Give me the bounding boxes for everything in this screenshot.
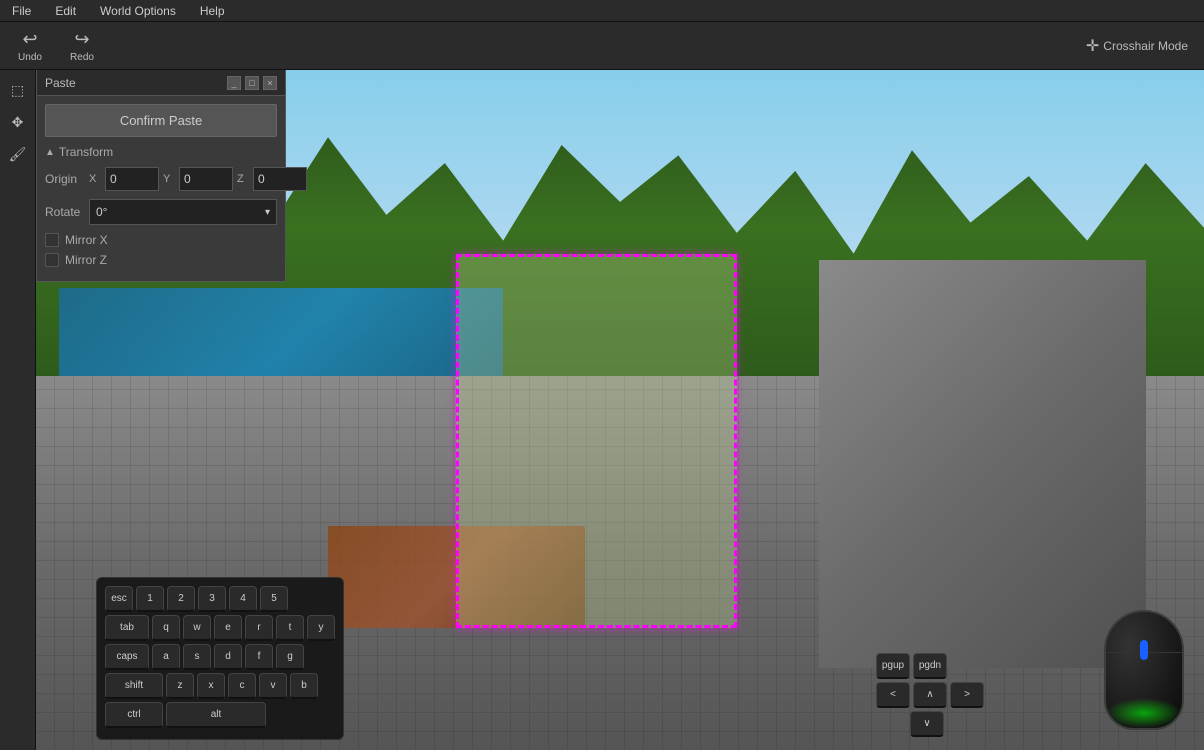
menu-edit[interactable]: Edit xyxy=(51,2,80,20)
panel-restore[interactable]: □ xyxy=(245,76,259,90)
transform-section-header: ▲ Transform xyxy=(45,145,277,159)
redo-button[interactable]: ↪ Redo xyxy=(60,25,104,67)
mirror-x-row: Mirror X xyxy=(45,233,277,247)
mirror-z-checkbox[interactable] xyxy=(45,253,59,267)
origin-row: Origin X Y Z xyxy=(45,167,277,191)
mouse-body xyxy=(1104,610,1184,730)
tool-select[interactable]: ⬚ xyxy=(4,76,32,104)
crosshair-icon: ✛ xyxy=(1086,36,1099,56)
nav-row-mid: < ∧ > xyxy=(876,682,984,708)
key-right[interactable]: > xyxy=(950,682,984,708)
key-3[interactable]: 3 xyxy=(198,586,226,612)
origin-z-input[interactable] xyxy=(253,167,307,191)
key-row-4: shift z x c v b xyxy=(105,673,335,699)
panel-body: Confirm Paste ▲ Transform Origin X Y Z R… xyxy=(37,96,285,281)
key-b[interactable]: b xyxy=(290,673,318,699)
key-x[interactable]: x xyxy=(197,673,225,699)
main-area: ⬚ ✥ 🖌 Paste _ □ × Co xyxy=(0,70,1204,750)
origin-label: Origin xyxy=(45,172,85,186)
left-sidebar: ⬚ ✥ 🖌 xyxy=(0,70,36,750)
key-5[interactable]: 5 xyxy=(260,586,288,612)
key-row-3: caps a s d f g xyxy=(105,644,335,670)
rotate-dropdown-arrow: ▾ xyxy=(265,207,270,218)
mirror-z-row: Mirror Z xyxy=(45,253,277,267)
key-v[interactable]: v xyxy=(259,673,287,699)
keyboard: esc 1 2 3 4 5 tab q w e r t y xyxy=(96,577,344,740)
panel-controls: _ □ × xyxy=(227,76,277,90)
mouse-glow xyxy=(1106,698,1182,728)
y-axis-label: Y xyxy=(163,173,175,185)
key-4[interactable]: 4 xyxy=(229,586,257,612)
key-pgup[interactable]: pgup xyxy=(876,653,910,679)
key-tab[interactable]: tab xyxy=(105,615,149,641)
key-g[interactable]: g xyxy=(276,644,304,670)
key-t[interactable]: t xyxy=(276,615,304,641)
rotate-label: Rotate xyxy=(45,205,85,219)
nav-row-bot: ∨ xyxy=(876,711,984,737)
key-left[interactable]: < xyxy=(876,682,910,708)
key-w[interactable]: w xyxy=(183,615,211,641)
keyboard-overlay: esc 1 2 3 4 5 tab q w e r t y xyxy=(96,577,344,740)
key-q[interactable]: q xyxy=(152,615,180,641)
key-row-2: tab q w e r t y xyxy=(105,615,335,641)
paste-panel: Paste _ □ × Confirm Paste ▲ Transform Or… xyxy=(36,70,286,282)
key-shift[interactable]: shift xyxy=(105,673,163,699)
viewport[interactable]: Paste _ □ × Confirm Paste ▲ Transform Or… xyxy=(36,70,1204,750)
z-axis-label: Z xyxy=(237,173,249,185)
x-axis-label: X xyxy=(89,173,101,185)
menu-help[interactable]: Help xyxy=(196,2,229,20)
key-row-5: ctrl alt xyxy=(105,702,335,728)
paste-selection xyxy=(456,254,736,628)
panel-minimize[interactable]: _ xyxy=(227,76,241,90)
key-alt[interactable]: alt xyxy=(166,702,266,728)
menu-bar: File Edit World Options Help xyxy=(0,0,1204,22)
panel-close[interactable]: × xyxy=(263,76,277,90)
toolbar: ↩ Undo ↪ Redo ✛ Crosshair Mode xyxy=(0,22,1204,70)
key-f[interactable]: f xyxy=(245,644,273,670)
crosshair-mode[interactable]: ✛ Crosshair Mode xyxy=(1078,32,1196,60)
key-y[interactable]: y xyxy=(307,615,335,641)
rotate-dropdown[interactable]: 0° ▾ xyxy=(89,199,277,225)
key-r[interactable]: r xyxy=(245,615,273,641)
mirror-x-label: Mirror X xyxy=(65,233,108,247)
section-collapse-icon: ▲ xyxy=(45,147,55,158)
redo-icon: ↪ xyxy=(74,29,89,50)
confirm-paste-button[interactable]: Confirm Paste xyxy=(45,104,277,137)
menu-world-options[interactable]: World Options xyxy=(96,2,180,20)
mirror-z-label: Mirror Z xyxy=(65,253,107,267)
nav-keys: pgup pgdn < ∧ > ∨ xyxy=(876,653,984,740)
key-e[interactable]: e xyxy=(214,615,242,641)
origin-x-input[interactable] xyxy=(105,167,159,191)
stone-steps xyxy=(819,260,1146,668)
nav-row-top: pgup pgdn xyxy=(876,653,984,679)
menu-file[interactable]: File xyxy=(8,2,35,20)
key-pgdn[interactable]: pgdn xyxy=(913,653,947,679)
panel-title: Paste xyxy=(45,76,76,90)
key-c[interactable]: c xyxy=(228,673,256,699)
key-2[interactable]: 2 xyxy=(167,586,195,612)
key-up[interactable]: ∧ xyxy=(913,682,947,708)
key-esc[interactable]: esc xyxy=(105,586,133,612)
key-a[interactable]: a xyxy=(152,644,180,670)
key-row-1: esc 1 2 3 4 5 xyxy=(105,586,335,612)
mouse-overlay xyxy=(1094,610,1194,740)
mirror-x-checkbox[interactable] xyxy=(45,233,59,247)
origin-y-input[interactable] xyxy=(179,167,233,191)
key-down[interactable]: ∨ xyxy=(910,711,944,737)
key-ctrl[interactable]: ctrl xyxy=(105,702,163,728)
key-1[interactable]: 1 xyxy=(136,586,164,612)
key-z[interactable]: z xyxy=(166,673,194,699)
rotate-row: Rotate 0° ▾ xyxy=(45,199,277,225)
key-d[interactable]: d xyxy=(214,644,242,670)
tool-paint[interactable]: 🖌 xyxy=(4,140,32,168)
mouse-scroll-wheel xyxy=(1140,640,1148,660)
panel-title-bar: Paste _ □ × xyxy=(37,70,285,96)
tool-move[interactable]: ✥ xyxy=(4,108,32,136)
undo-button[interactable]: ↩ Undo xyxy=(8,25,52,67)
key-caps[interactable]: caps xyxy=(105,644,149,670)
key-s[interactable]: s xyxy=(183,644,211,670)
undo-icon: ↩ xyxy=(22,29,37,50)
